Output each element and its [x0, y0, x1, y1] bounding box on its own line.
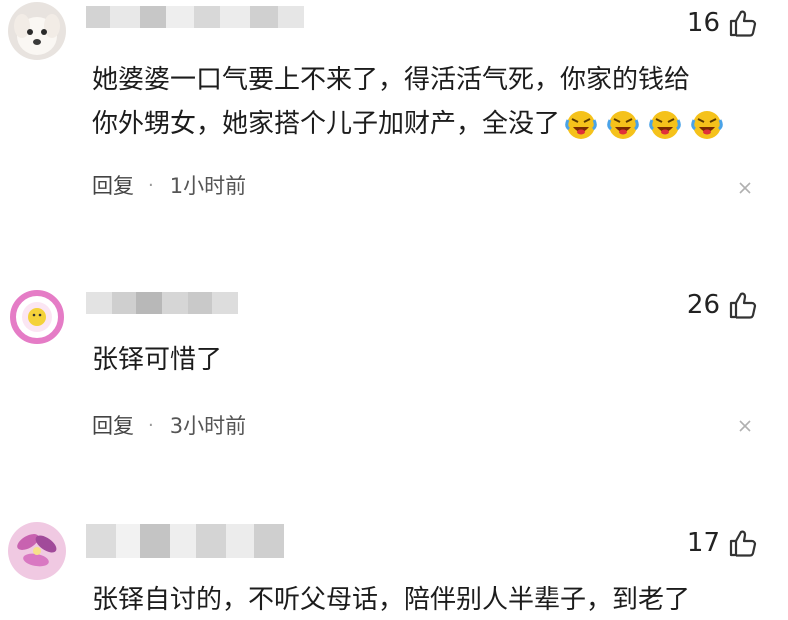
like-area[interactable]: 26: [687, 290, 758, 320]
close-icon[interactable]: [738, 419, 752, 433]
timestamp: 1小时前: [169, 174, 247, 198]
reply-button[interactable]: 回复: [92, 170, 134, 200]
like-count: 16: [686, 8, 720, 38]
comment-text-line: 你外甥女，她家搭个儿子加财产，全没了: [92, 109, 561, 139]
comment-text-line: 她婆婆一口气要上不来了，得活活气死，你家的钱给: [92, 65, 691, 95]
avatar[interactable]: [8, 522, 66, 580]
thumbs-up-icon[interactable]: [728, 528, 758, 558]
thumbs-up-icon[interactable]: [728, 290, 758, 320]
crying-laughing-emoji-icon: [649, 110, 681, 139]
thumbs-up-icon[interactable]: [728, 8, 758, 38]
comment-text: 她婆婆一口气要上不来了，得活活气死，你家的钱给 你外甥女，她家搭个儿子加财产，全…: [92, 60, 724, 144]
comment-text-line: 张铎可惜了: [92, 345, 223, 375]
like-count: 17: [686, 528, 720, 558]
crying-laughing-emoji-icon: [691, 110, 723, 139]
crying-laughing-emoji-icon: [565, 110, 597, 139]
comment-meta: 回复 · 1小时前: [92, 170, 246, 200]
crying-laughing-emoji-icon: [607, 110, 639, 139]
comment-text: 张铎可惜了: [92, 340, 222, 380]
like-area[interactable]: 16: [687, 8, 758, 38]
separator-dot: ·: [148, 174, 154, 196]
avatar[interactable]: [8, 2, 66, 60]
username-blurred[interactable]: [86, 292, 238, 314]
timestamp: 3小时前: [169, 414, 247, 438]
username-blurred[interactable]: [86, 524, 284, 558]
avatar[interactable]: [8, 288, 66, 346]
comment-text-line: 张铎自讨的，不听父母话，陪伴别人半辈子，到老了: [92, 585, 691, 615]
like-area[interactable]: 17: [687, 528, 758, 558]
comment-meta: 回复 · 3小时前: [92, 410, 246, 440]
username-blurred[interactable]: [86, 6, 304, 28]
comment-text: 张铎自讨的，不听父母话，陪伴别人半辈子，到老了: [92, 580, 690, 620]
emoji-row: [564, 108, 724, 142]
close-icon[interactable]: [738, 181, 752, 195]
reply-button[interactable]: 回复: [92, 410, 134, 440]
like-count: 26: [686, 290, 720, 320]
separator-dot: ·: [148, 414, 154, 436]
